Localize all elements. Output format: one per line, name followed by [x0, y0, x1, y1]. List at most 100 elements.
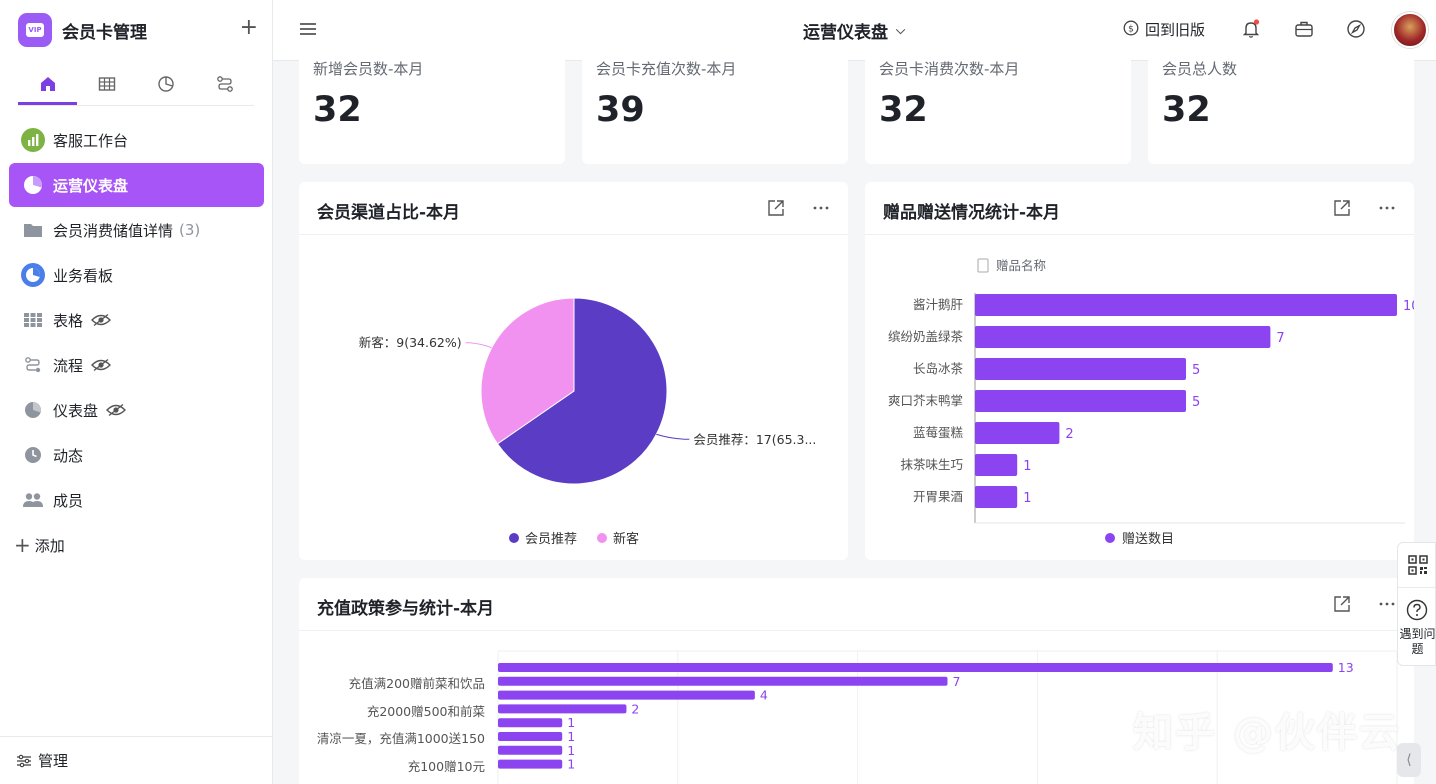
sidebar-item-service-desk[interactable]: 客服工作台	[9, 118, 264, 162]
menu-icon[interactable]	[299, 20, 317, 42]
app-header: VIP 会员卡管理 +	[18, 12, 258, 48]
panel-title: 会员渠道占比-本月	[317, 203, 461, 223]
page-title: 运营仪表盘	[803, 23, 888, 43]
stat-card: 会员总人数 32	[1148, 50, 1414, 164]
slice-label: 新客：9(34.62%)	[359, 335, 462, 350]
plus-icon: +	[14, 533, 31, 557]
add-icon[interactable]: +	[240, 16, 258, 40]
sidebar-item-label: 运营仪表盘	[53, 176, 129, 195]
sidebar-tabs	[18, 64, 254, 106]
qr-code-icon[interactable]	[1408, 555, 1428, 579]
help-icon[interactable]	[1406, 599, 1428, 625]
stat-label: 会员总人数	[1162, 60, 1238, 78]
stat-label: 会员卡充值次数-本月	[596, 60, 737, 78]
stat-label: 新增会员数-本月	[313, 60, 424, 78]
manage-button[interactable]: 管理	[0, 736, 272, 784]
bar[interactable]	[498, 745, 563, 755]
pie-chart-panel: 会员渠道占比-本月 会员推荐：17(65.3... 新客：9(34.62%) 会员推…	[299, 182, 848, 560]
more-icon[interactable]	[1377, 594, 1397, 618]
tab-dashboards[interactable]	[136, 64, 195, 104]
value-label: 1	[567, 757, 575, 772]
tab-tables[interactable]	[77, 64, 136, 104]
bell-icon[interactable]	[1241, 19, 1261, 43]
folder-icon	[21, 218, 45, 242]
legend-label[interactable]: 赠送数目	[1122, 532, 1174, 547]
legend-label[interactable]: 会员推荐	[525, 532, 577, 547]
sidebar-item-tables[interactable]: 表格	[9, 298, 264, 342]
stat-value: 32	[1162, 90, 1211, 130]
sidebar-item-ops-dashboard[interactable]: 运营仪表盘	[9, 163, 264, 207]
open-external-icon[interactable]	[1332, 198, 1352, 222]
bar[interactable]	[975, 422, 1060, 444]
bar[interactable]	[498, 690, 755, 700]
category-label: 充值满200赠前菜和饮品	[349, 676, 485, 691]
value-label: 5	[1192, 363, 1200, 378]
value-label: 4	[760, 688, 768, 703]
sidebar-item-flows[interactable]: 流程	[9, 343, 264, 387]
value-label: 10	[1403, 299, 1414, 314]
pie-chart-icon	[21, 263, 45, 287]
add-item-button[interactable]: + 添加	[14, 533, 65, 557]
sidebar-item-activity[interactable]: 动态	[9, 433, 264, 477]
bar[interactable]	[498, 718, 563, 728]
category-label: 缤纷奶盖绿茶	[888, 329, 964, 344]
tab-home[interactable]	[18, 64, 77, 105]
divider	[1398, 587, 1436, 588]
eye-icon[interactable]	[106, 403, 127, 417]
value-label: 7	[953, 674, 961, 689]
bar[interactable]	[975, 358, 1186, 380]
value-label: 1	[1023, 491, 1031, 506]
bar[interactable]	[975, 326, 1271, 348]
category-label: 爽口芥末鸭掌	[888, 393, 963, 408]
sidebar-item-label: 仪表盘	[53, 401, 99, 420]
tab-flows[interactable]	[195, 64, 254, 104]
eye-icon[interactable]	[91, 358, 112, 372]
briefcase-icon[interactable]	[1294, 19, 1314, 43]
stat-label: 会员卡消费次数-本月	[879, 60, 1020, 78]
bar[interactable]	[975, 390, 1186, 412]
bar[interactable]	[498, 704, 627, 714]
app-logo[interactable]: VIP	[18, 13, 52, 47]
more-icon[interactable]	[811, 198, 831, 222]
category-label: 酱汁鹅肝	[913, 297, 964, 312]
sidebar-item-members[interactable]: 成员	[9, 478, 264, 522]
chevron-down-icon: ⌵	[896, 23, 906, 37]
help-label[interactable]: 遇到问题	[1398, 627, 1436, 657]
compass-icon[interactable]	[1346, 19, 1366, 43]
sidebar-item-member-details[interactable]: 会员消费储值详情 (3)	[9, 208, 264, 252]
old-version-button[interactable]: $ 回到旧版	[1123, 19, 1205, 40]
value-label: 7	[1276, 331, 1284, 346]
open-external-icon[interactable]	[1332, 594, 1352, 618]
category-label: 蓝莓蛋糕	[913, 425, 964, 440]
dashboard-icon	[21, 398, 45, 422]
bar[interactable]	[975, 486, 1018, 508]
svg-text:$: $	[1128, 24, 1134, 34]
bar[interactable]	[498, 663, 1333, 672]
watermark: 知乎 @伙伴云	[1133, 710, 1401, 756]
bar[interactable]	[498, 676, 948, 686]
bar[interactable]	[498, 759, 563, 769]
sidebar-item-label: 表格	[53, 311, 84, 330]
stat-value: 32	[879, 90, 928, 130]
vip-logo-text: VIP	[26, 23, 44, 37]
bar[interactable]	[498, 732, 563, 741]
members-icon	[21, 488, 45, 512]
pie-chart-icon	[157, 76, 174, 92]
open-external-icon[interactable]	[766, 198, 786, 222]
bar[interactable]	[975, 454, 1018, 476]
bar[interactable]	[975, 294, 1397, 316]
coin-icon: $	[1123, 20, 1139, 40]
eye-icon[interactable]	[91, 313, 112, 327]
sidebar-item-label: 动态	[53, 446, 84, 465]
legend-label[interactable]: 新客	[613, 531, 639, 547]
sidebar-item-label: 成员	[53, 491, 84, 510]
avatar[interactable]	[1392, 12, 1428, 48]
category-label: 充2000赠500和前菜	[367, 704, 486, 719]
sidebar-item-dashboards[interactable]: 仪表盘	[9, 388, 264, 432]
flow-icon	[21, 353, 45, 377]
sidebar-item-business-board[interactable]: 业务看板	[9, 253, 264, 297]
dashboard-title-dropdown[interactable]: 运营仪表盘 ⌵	[803, 18, 905, 43]
more-icon[interactable]	[1377, 198, 1397, 222]
stat-value: 39	[596, 90, 645, 130]
stat-card: 会员卡消费次数-本月 32	[865, 50, 1131, 164]
